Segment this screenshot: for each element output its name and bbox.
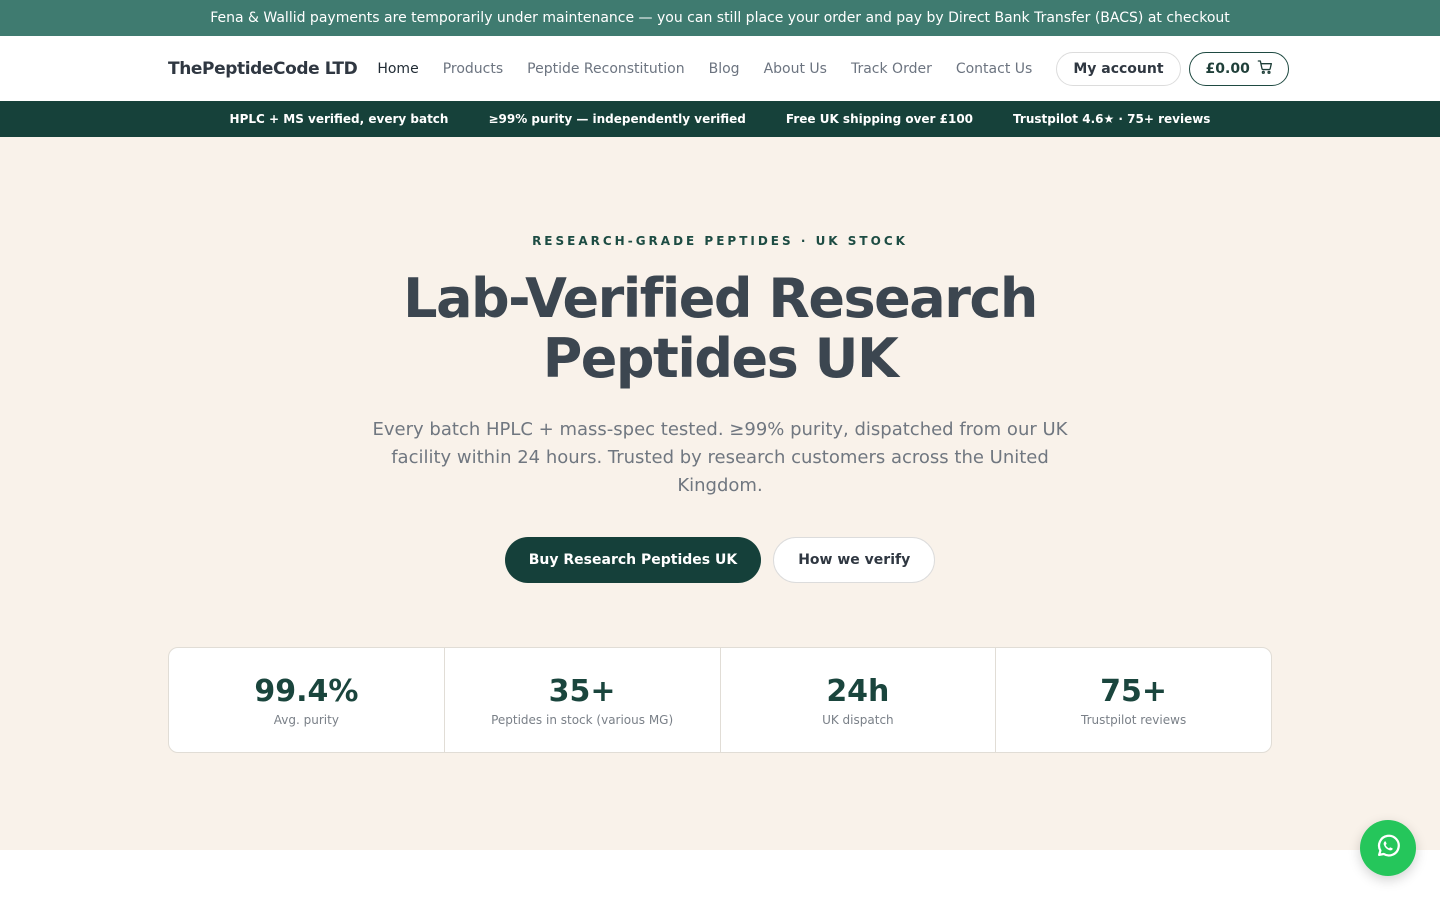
trust-item-purity: ≥99% purity — independently verified xyxy=(488,112,746,126)
site-logo[interactable]: ThePeptideCode LTD xyxy=(168,59,358,79)
nav-about-us[interactable]: About Us xyxy=(764,61,827,77)
nav-home[interactable]: Home xyxy=(377,61,418,77)
how-we-verify-label: How we verify xyxy=(798,552,911,568)
stat-uk-dispatch: 24h UK dispatch xyxy=(721,648,997,752)
stat-trustpilot-reviews: 75+ Trustpilot reviews xyxy=(996,648,1271,752)
trust-item-trustpilot: Trustpilot 4.6★ · 75+ reviews xyxy=(1013,112,1211,126)
cart-total: £0.00 xyxy=(1205,60,1250,77)
hero-section: RESEARCH-GRADE PEPTIDES · UK STOCK Lab-V… xyxy=(0,137,1440,850)
stat-value: 75+ xyxy=(1100,673,1168,709)
trust-item-shipping: Free UK shipping over £100 xyxy=(785,112,974,126)
maintenance-notice-text: Fena & Wallid payments are temporarily u… xyxy=(210,10,1230,26)
nav-products[interactable]: Products xyxy=(443,61,503,77)
nav-contact-us[interactable]: Contact Us xyxy=(956,61,1032,77)
nav-track-order[interactable]: Track Order xyxy=(851,61,932,77)
stat-value: 24h xyxy=(826,673,890,709)
whatsapp-chat-button[interactable] xyxy=(1360,820,1416,876)
trust-item-hplc: HPLC + MS verified, every batch xyxy=(229,112,449,126)
hero-title-line-1: Lab-Verified Research xyxy=(403,267,1038,330)
my-account-button[interactable]: My account xyxy=(1056,51,1181,86)
buy-research-peptides-button[interactable]: Buy Research Peptides UK xyxy=(504,537,762,583)
trust-bar: HPLC + MS verified, every batch ≥99% pur… xyxy=(0,101,1440,137)
hero-title-line-2: Peptides UK xyxy=(542,327,899,390)
site-header: ThePeptideCode LTD Home Products Peptide… xyxy=(0,36,1440,101)
stat-avg-purity: 99.4% Avg. purity xyxy=(169,648,445,752)
hero-eyebrow: RESEARCH-GRADE PEPTIDES · UK STOCK xyxy=(532,234,908,248)
hero-subtitle: Every batch HPLC + mass-spec tested. ≥99… xyxy=(372,419,1068,496)
nav-blog[interactable]: Blog xyxy=(709,61,740,77)
stat-label: Peptides in stock (various MG) xyxy=(491,712,674,727)
cart-icon xyxy=(1257,59,1273,79)
nav-peptide-reconstitution[interactable]: Peptide Reconstitution xyxy=(527,61,684,77)
my-account-label: My account xyxy=(1073,60,1164,77)
header-actions: My account £0.00 xyxy=(1056,51,1289,86)
whatsapp-icon xyxy=(1373,831,1403,865)
stats-panel: 99.4% Avg. purity 35+ Peptides in stock … xyxy=(168,647,1272,753)
buy-research-peptides-label: Buy Research Peptides UK xyxy=(528,552,738,568)
stat-label: Avg. purity xyxy=(273,712,339,727)
hero-title: Lab-Verified Research Peptides UK xyxy=(0,269,1440,389)
stat-label: Trustpilot reviews xyxy=(1081,712,1187,727)
hero-cta-group: Buy Research Peptides UK How we verify xyxy=(0,537,1440,583)
stat-value: 35+ xyxy=(548,673,616,709)
stat-value: 99.4% xyxy=(254,673,359,709)
maintenance-notice-bar: Fena & Wallid payments are temporarily u… xyxy=(0,0,1440,36)
main-nav: Home Products Peptide Reconstitution Blo… xyxy=(377,61,1056,77)
stat-label: UK dispatch xyxy=(822,712,894,727)
cart-button[interactable]: £0.00 xyxy=(1188,51,1289,86)
how-we-verify-button[interactable]: How we verify xyxy=(773,537,936,583)
stat-peptides-in-stock: 35+ Peptides in stock (various MG) xyxy=(445,648,721,752)
